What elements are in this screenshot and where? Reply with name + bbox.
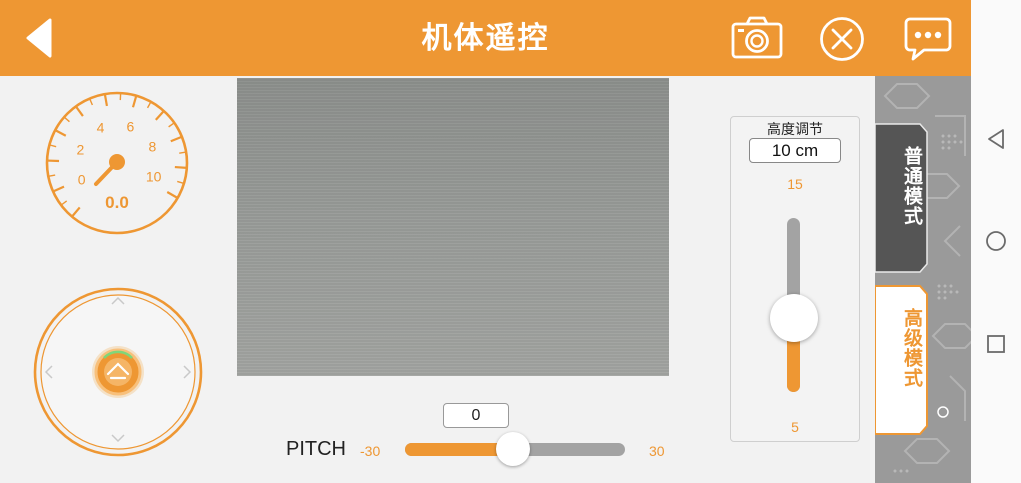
mode-tab-advanced-label: 高级模式 bbox=[901, 308, 923, 388]
height-min-label: 5 bbox=[791, 419, 799, 435]
joystick-knob-icon[interactable] bbox=[92, 346, 144, 398]
gauge-hub bbox=[109, 154, 125, 170]
gauge-value: 0.0 bbox=[105, 193, 129, 212]
gauge-tick bbox=[52, 185, 65, 193]
chat-bubble-icon bbox=[904, 17, 952, 61]
close-button[interactable] bbox=[818, 16, 870, 64]
height-title: 高度调节 bbox=[767, 122, 823, 138]
close-circle-icon bbox=[820, 17, 864, 61]
gauge-tick bbox=[74, 105, 84, 117]
gauge-tick bbox=[71, 206, 81, 218]
camera-video-feed bbox=[237, 78, 669, 376]
gauge-tick bbox=[89, 98, 94, 106]
pitch-value-field: 0 bbox=[443, 403, 509, 428]
gauge-tick bbox=[49, 144, 57, 148]
gauge-tick-label: 8 bbox=[148, 139, 156, 155]
gauge-tick bbox=[103, 93, 109, 107]
gauge-tick bbox=[177, 180, 185, 185]
gauge-tick bbox=[131, 95, 138, 108]
nav-back-icon[interactable] bbox=[984, 127, 1008, 151]
height-value-field: 10 cm bbox=[749, 138, 841, 163]
height-control-panel: 高度调节 10 cm 15 5 bbox=[730, 116, 860, 442]
gauge-tick-label: 10 bbox=[146, 168, 162, 184]
gauge-tick bbox=[168, 122, 175, 128]
pitch-max-label: 30 bbox=[649, 443, 665, 459]
nav-recents-icon[interactable] bbox=[984, 332, 1008, 356]
gauge-tick bbox=[166, 191, 179, 199]
message-button[interactable] bbox=[904, 16, 956, 64]
gauge-tick-label: 2 bbox=[76, 142, 84, 158]
gauge-tick bbox=[170, 135, 183, 143]
gauge-tick bbox=[60, 200, 68, 206]
mode-tab-normal-label: 普通模式 bbox=[901, 146, 923, 226]
app-root: 机体遥控 0 2 4 6 8 10 0.0 0 PITCH -30 30 高度调… bbox=[0, 0, 1021, 483]
speed-gauge: 0 24 68 10 0.0 bbox=[45, 91, 189, 235]
back-arrow-icon bbox=[26, 18, 52, 58]
mode-tab-normal[interactable]: 普通模式 bbox=[875, 124, 925, 272]
mode-tab-advanced[interactable]: 高级模式 bbox=[875, 286, 925, 434]
gauge-tick-label: 4 bbox=[97, 120, 105, 136]
pitch-min-label: -30 bbox=[360, 443, 381, 459]
gauge-tick bbox=[174, 165, 187, 169]
gauge-tick bbox=[154, 110, 165, 121]
system-navigation-bar bbox=[971, 0, 1021, 483]
pitch-slider-thumb[interactable] bbox=[496, 432, 530, 466]
gauge-tick bbox=[146, 101, 152, 109]
joystick[interactable] bbox=[32, 286, 204, 458]
pitch-label: PITCH bbox=[286, 438, 346, 460]
camera-button[interactable] bbox=[731, 14, 783, 62]
height-max-label: 15 bbox=[787, 176, 803, 192]
gauge-tick-label: 6 bbox=[126, 118, 134, 134]
height-slider-thumb[interactable] bbox=[770, 294, 818, 342]
gauge-tick-label: 0 bbox=[78, 171, 86, 187]
back-button[interactable] bbox=[22, 18, 56, 58]
mode-panel: 普通模式 高级模式 bbox=[875, 76, 971, 483]
nav-home-icon[interactable] bbox=[984, 229, 1008, 253]
header-bar: 机体遥控 bbox=[0, 0, 971, 76]
gauge-tick bbox=[54, 129, 67, 137]
gauge-tick bbox=[63, 116, 70, 123]
camera-icon bbox=[731, 16, 783, 59]
